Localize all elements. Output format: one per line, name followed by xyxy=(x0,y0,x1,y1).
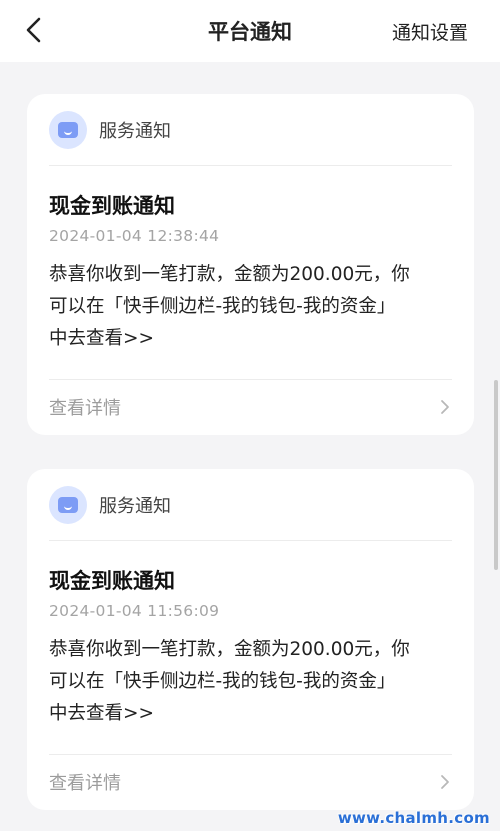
view-details-label: 查看详情 xyxy=(49,773,121,794)
notification-time: 2024-01-04 11:56:09 xyxy=(49,602,220,620)
divider xyxy=(49,754,452,755)
message-icon xyxy=(49,111,87,149)
source-label: 服务通知 xyxy=(99,496,171,517)
scrollbar[interactable] xyxy=(494,380,498,570)
notification-title: 现金到账通知 xyxy=(49,194,175,218)
page-title: 平台通知 xyxy=(208,20,292,44)
view-details-label: 查看详情 xyxy=(49,398,121,419)
top-bar: 平台通知 通知设置 xyxy=(0,0,500,62)
notification-body: 恭喜你收到一笔打款，金额为200.00元，你 可以在「快手侧边栏-我的钱包-我的… xyxy=(49,634,457,730)
notification-title: 现金到账通知 xyxy=(49,569,175,593)
notification-settings-button[interactable]: 通知设置 xyxy=(392,18,468,45)
notification-body: 恭喜你收到一笔打款，金额为200.00元，你 可以在「快手侧边栏-我的钱包-我的… xyxy=(49,259,457,355)
body-line: 恭喜你收到一笔打款，金额为200.00元，你 xyxy=(49,639,410,660)
divider xyxy=(49,540,452,541)
message-icon xyxy=(49,486,87,524)
chevron-right-icon xyxy=(438,397,452,417)
view-details-link[interactable]: 查看详情 xyxy=(49,766,452,798)
chevron-left-icon xyxy=(26,17,41,43)
body-line: 恭喜你收到一笔打款，金额为200.00元，你 xyxy=(49,264,410,285)
notification-card: 服务通知 现金到账通知 2024-01-04 12:38:44 恭喜你收到一笔打… xyxy=(27,94,474,435)
view-details-link[interactable]: 查看详情 xyxy=(49,391,452,423)
source-label: 服务通知 xyxy=(99,121,171,142)
card-source: 服务通知 xyxy=(49,485,171,525)
body-line: 中去查看>> xyxy=(49,328,155,349)
body-line: 中去查看>> xyxy=(49,703,155,724)
notification-page: 平台通知 通知设置 服务通知 现金到账通知 2024-01-04 12:38:4… xyxy=(0,0,500,831)
watermark: www.chalmh.com xyxy=(337,809,490,827)
back-button[interactable] xyxy=(16,12,52,48)
notification-time: 2024-01-04 12:38:44 xyxy=(49,227,220,245)
body-line: 可以在「快手侧边栏-我的钱包-我的资金」 xyxy=(49,296,396,317)
notification-card: 服务通知 现金到账通知 2024-01-04 11:56:09 恭喜你收到一笔打… xyxy=(27,469,474,810)
divider xyxy=(49,165,452,166)
card-source: 服务通知 xyxy=(49,110,171,150)
divider xyxy=(49,379,452,380)
body-line: 可以在「快手侧边栏-我的钱包-我的资金」 xyxy=(49,671,396,692)
chevron-right-icon xyxy=(438,772,452,792)
